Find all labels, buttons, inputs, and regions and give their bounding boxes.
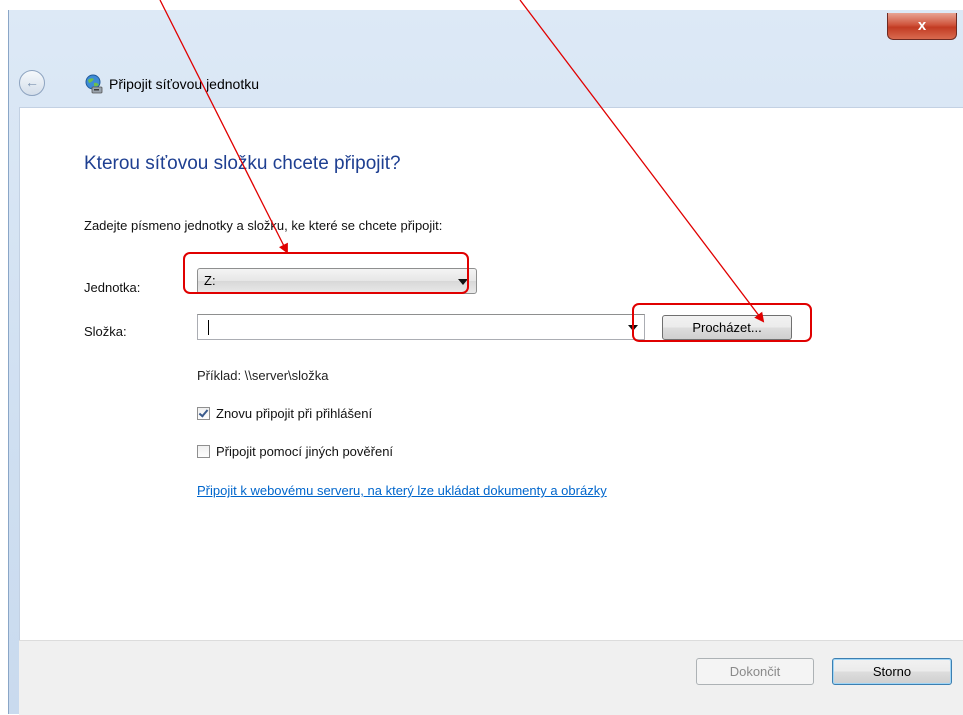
cancel-button[interactable]: Storno [832, 658, 952, 685]
drive-letter-value: Z: [204, 273, 216, 288]
other-credentials-checkbox[interactable] [197, 445, 210, 458]
other-credentials-label: Připojit pomocí jiných pověření [216, 444, 394, 459]
browse-button[interactable]: Procházet... [662, 315, 792, 340]
folder-input[interactable] [197, 314, 645, 340]
chevron-down-icon[interactable] [628, 325, 638, 331]
chevron-down-icon [458, 279, 468, 285]
other-credentials-checkbox-row[interactable]: Připojit pomocí jiných pověření [197, 444, 393, 459]
drive-letter-select[interactable]: Z: [197, 268, 477, 294]
finish-button[interactable]: Dokončit [696, 658, 814, 685]
back-button[interactable]: ← [19, 70, 45, 96]
dialog-window: x ← Připojit síťovou jednotku Kterou síť… [8, 10, 963, 715]
instruction-text: Zadejte písmeno jednotky a složku, ke kt… [84, 218, 443, 233]
drive-label: Jednotka: [84, 280, 141, 295]
folder-label: Složka: [84, 324, 127, 339]
example-text: Příklad: \\server\složka [197, 368, 329, 383]
dialog-content: Kterou síťovou složku chcete připojit? Z… [19, 107, 963, 641]
text-caret [208, 320, 209, 335]
reconnect-checkbox[interactable] [197, 407, 210, 420]
back-arrow-icon: ← [25, 74, 39, 90]
network-drive-icon [85, 74, 103, 94]
window-title: Připojit síťovou jednotku [109, 76, 260, 92]
reconnect-label: Znovu připojit při přihlášení [216, 406, 373, 421]
dialog-footer: Dokončit Storno [19, 640, 963, 715]
reconnect-checkbox-row[interactable]: Znovu připojit při přihlášení [197, 406, 372, 421]
navigation-bar: ← Připojit síťovou jednotku [9, 58, 963, 98]
web-server-link[interactable]: Připojit k webovému serveru, na který lz… [197, 483, 607, 498]
page-title: Kterou síťovou složku chcete připojit? [84, 153, 401, 174]
close-button[interactable]: x [887, 13, 957, 40]
